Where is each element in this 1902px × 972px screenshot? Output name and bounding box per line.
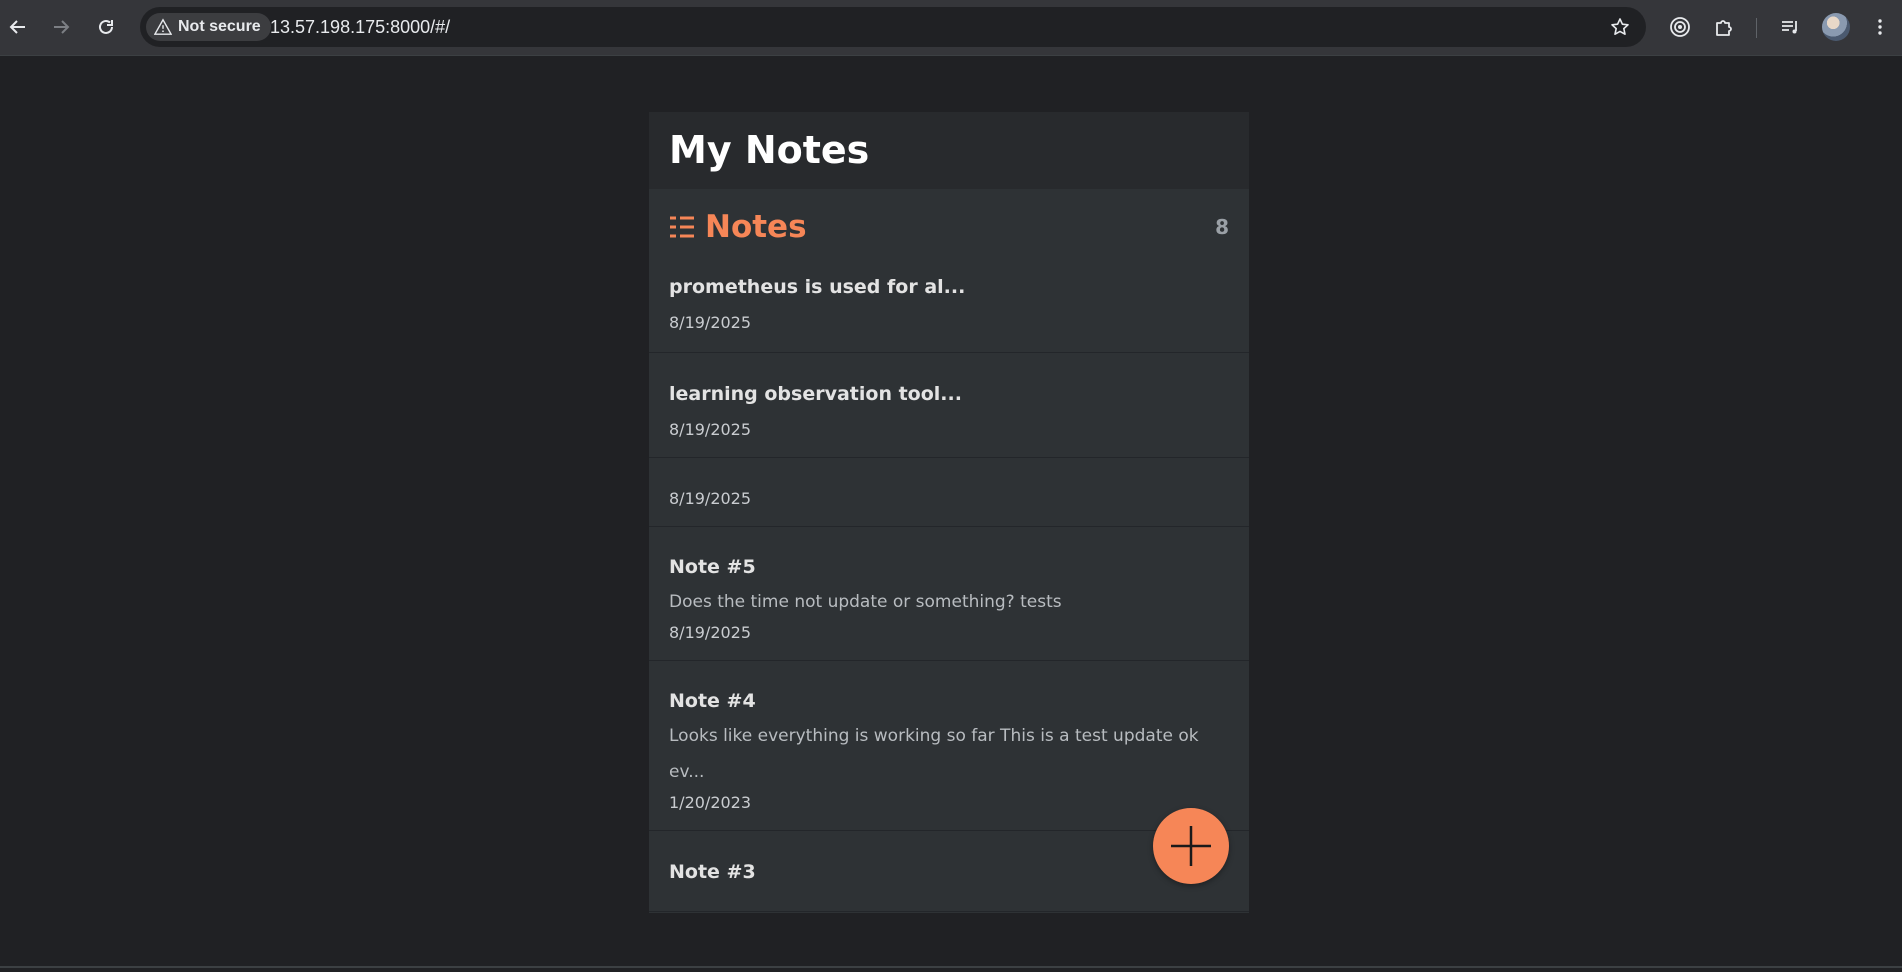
menu-button[interactable] (1864, 11, 1896, 43)
note-date: 8/19/2025 (669, 313, 752, 332)
list-icon (670, 216, 694, 237)
plus-icon (1171, 826, 1211, 866)
list-item[interactable]: prometheus is used for al... 8/19/2025 (649, 264, 1249, 353)
page-title: My Notes (669, 128, 870, 172)
media-controls-button[interactable] (1774, 11, 1806, 43)
notes-app: My Notes Notes 8 prometheus is used for … (649, 112, 1249, 913)
note-title: learning observation tool... (669, 383, 962, 405)
arrow-left-icon (9, 20, 25, 34)
note-date: 8/19/2025 (669, 623, 752, 642)
list-item[interactable]: Note #4 Looks like everything is working… (649, 661, 1249, 831)
window-bottom-edge (0, 966, 1902, 968)
extensions-button[interactable] (1708, 11, 1740, 43)
extension-target-button[interactable] (1664, 11, 1696, 43)
target-icon (1670, 17, 1690, 37)
note-title: Note #3 (669, 861, 756, 883)
notes-section-title: Notes (669, 209, 807, 245)
notes-title-label: Notes (705, 208, 807, 245)
list-item[interactable]: learning observation tool... 8/19/2025 (649, 353, 1249, 458)
profile-avatar[interactable] (1822, 13, 1850, 41)
warning-icon (154, 18, 172, 35)
back-button[interactable] (0, 9, 36, 45)
more-vertical-icon (1878, 19, 1882, 35)
reload-icon (99, 19, 113, 34)
note-title: Note #5 (669, 556, 756, 578)
list-item[interactable]: 8/19/2025 (649, 458, 1249, 527)
playlist-icon (1782, 21, 1797, 34)
note-title: Note #4 (669, 690, 756, 712)
toolbar-divider (1756, 18, 1757, 38)
notes-header: Notes 8 (649, 189, 1249, 264)
notes-count: 8 (1215, 214, 1229, 239)
url-text[interactable]: 13.57.198.175:8000/#/ (270, 17, 450, 38)
forward-button[interactable] (43, 9, 79, 45)
security-chip[interactable]: Not secure (146, 13, 271, 41)
puzzle-icon (1716, 20, 1732, 36)
bookmark-button[interactable] (1606, 13, 1634, 41)
arrow-right-icon (54, 20, 70, 34)
browser-toolbar: Not secure 13.57.198.175:8000/#/ (0, 0, 1902, 56)
note-body: Does the time not update or something? t… (669, 592, 1062, 612)
list-item[interactable]: Note #5 Does the time not update or some… (649, 527, 1249, 661)
note-title: prometheus is used for al... (669, 276, 966, 298)
note-date: 8/19/2025 (669, 420, 752, 439)
security-label: Not secure (178, 18, 261, 35)
note-body: Looks like everything is working so far … (669, 726, 1199, 782)
star-icon (1611, 18, 1629, 35)
notes-list: prometheus is used for al... 8/19/2025 l… (649, 264, 1249, 912)
address-bar[interactable]: Not secure 13.57.198.175:8000/#/ (140, 7, 1646, 47)
reload-button[interactable] (88, 9, 124, 45)
note-date: 8/19/2025 (669, 489, 752, 508)
add-note-button[interactable] (1153, 808, 1229, 884)
app-header: My Notes (649, 112, 1249, 189)
note-date: 1/20/2023 (669, 793, 752, 812)
